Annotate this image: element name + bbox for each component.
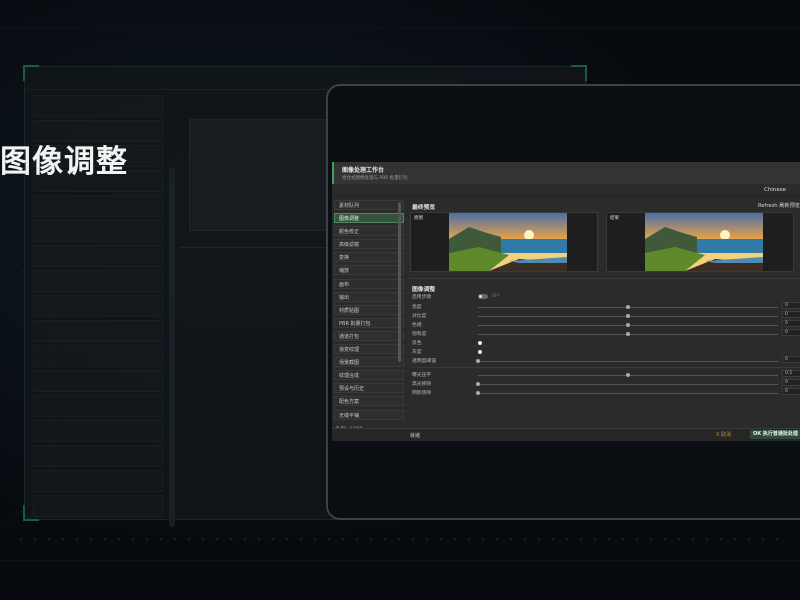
slider-label: 对比度 (412, 314, 427, 319)
background-window-scrollbar (169, 167, 175, 527)
grid-line (0, 28, 800, 29)
sidebar-scrollbar[interactable] (398, 202, 401, 362)
refresh-preview-button[interactable]: Refresh 刷新预览 (758, 202, 800, 209)
slider-row: 饱和度 0 (412, 329, 800, 338)
slider-value[interactable]: 0 (782, 388, 800, 395)
slider-value[interactable]: 0.5 (782, 370, 800, 377)
enable-step-row: 启用步骤 OFF (412, 293, 800, 301)
cancel-button[interactable]: X 取消 (716, 431, 731, 438)
sidebar-item[interactable]: 画布 (334, 278, 404, 289)
slider-value[interactable]: 0 (782, 320, 800, 327)
slider-label: 阴影移除 (412, 391, 432, 396)
slider-row: 阴影移除 0 (412, 388, 800, 397)
slider-label: 色相 (412, 323, 422, 328)
status-bar: 就绪 X 取消 OK 执行普通批处理 (332, 428, 800, 441)
slider-track[interactable] (478, 383, 778, 385)
slider-value[interactable]: 0 (782, 379, 800, 386)
status-text: 就绪 (410, 433, 421, 439)
preview-title: 最终预览 (412, 205, 436, 211)
slider-row: 曝光压平 0.5 (412, 370, 800, 379)
app-window: 图像处理工作台 组合式图像处理与 PBR 批量打包 Chinese ▾ 素材队列… (332, 162, 800, 441)
adjust-panel: 图像调整 启用步骤 OFF 亮度 0 对比度 0 色相 0 饱和度 0 反色 灰度 透明度阈值 (410, 278, 800, 429)
grayscale-row: 灰度 (412, 348, 800, 356)
decorative-dots (20, 538, 780, 540)
grid-line (0, 560, 800, 561)
slider-knob[interactable] (626, 331, 630, 336)
original-label: 原图 (414, 216, 423, 221)
threshold-slider[interactable] (478, 360, 778, 362)
slider-knob[interactable] (626, 322, 630, 327)
slider-knob[interactable] (476, 358, 480, 363)
sidebar-item[interactable]: 配色方案 (334, 396, 404, 407)
language-select[interactable]: Chinese (764, 187, 786, 193)
sidebar-item[interactable]: 变换 (334, 252, 404, 263)
invert-radio[interactable] (478, 340, 482, 345)
sidebar-item[interactable]: 无缝平铺 (334, 409, 404, 420)
grayscale-radio[interactable] (478, 349, 482, 354)
main-panel: 最终预览 Refresh 刷新预览 原图 结果 图像调整 启用步骤 OFF 亮度… (408, 200, 800, 440)
sidebar-item[interactable]: 预设与历史 (334, 383, 404, 394)
sidebar-item[interactable]: 图像调整 (334, 213, 404, 224)
landscape-image (449, 213, 567, 271)
sidebar-item[interactable]: 素材队列 (334, 200, 404, 210)
slider-knob[interactable] (476, 390, 480, 395)
slider-label: 饱和度 (412, 332, 427, 337)
result-preview: 结果 (606, 212, 794, 272)
slider-knob[interactable] (626, 304, 630, 309)
sidebar-item[interactable]: 场景截图 (334, 357, 404, 368)
original-preview: 原图 (410, 212, 598, 272)
toggle-state: OFF (492, 293, 500, 298)
landscape-image (645, 213, 763, 271)
sidebar-item[interactable]: 材质贴图 (334, 304, 404, 315)
slider-label: 高光移除 (412, 382, 432, 387)
slider-row: 高光移除 0 (412, 379, 800, 388)
language-row: Chinese ▾ (332, 186, 800, 196)
sidebar-item[interactable]: 缩放 (334, 265, 404, 276)
device-frame: 图像处理工作台 组合式图像处理与 PBR 批量打包 Chinese ▾ 素材队列… (326, 84, 800, 520)
slider-value[interactable]: 0 (782, 329, 800, 336)
slider-row: 色相 0 (412, 320, 800, 329)
slider-track[interactable] (478, 392, 778, 394)
slider-label: 亮度 (412, 305, 422, 310)
invert-label: 反色 (412, 341, 422, 346)
enable-step-label: 启用步骤 (412, 295, 432, 300)
result-label: 结果 (610, 216, 619, 221)
sidebar-item[interactable]: 纹理合成 (334, 370, 404, 381)
sidebar: 素材队列图像调整颜色校正高级滤镜变换缩放画布输出材质贴图 PBR 批量打包 通道打包… (334, 200, 404, 434)
sidebar-item[interactable]: 输出 (334, 291, 404, 302)
slider-knob[interactable] (476, 381, 480, 386)
run-batch-button[interactable]: OK 执行普通批处理 (750, 430, 800, 439)
slider-knob[interactable] (626, 313, 630, 318)
headline: 图像调整 (0, 144, 128, 180)
divider (412, 367, 800, 368)
title-bar: 图像处理工作台 组合式图像处理与 PBR 批量打包 (332, 162, 800, 184)
grayscale-label: 灰度 (412, 350, 422, 355)
sidebar-list: 素材队列图像调整颜色校正高级滤镜变换缩放画布输出材质贴图 PBR 批量打包 通道打包… (334, 200, 404, 420)
slider-row: 对比度 0 (412, 311, 800, 320)
adjust-title: 图像调整 (412, 287, 436, 293)
slider-value[interactable]: 0 (782, 311, 800, 318)
threshold-row: 透明度阈值 0 (412, 356, 800, 365)
app-subtitle: 组合式图像处理与 PBR 批量打包 (342, 176, 408, 181)
app-title: 图像处理工作台 (342, 167, 385, 174)
invert-row: 反色 (412, 339, 800, 347)
sidebar-item[interactable]: 渐变纹理 (334, 344, 404, 355)
slider-value[interactable]: 0 (782, 302, 800, 309)
sidebar-item[interactable]: 高级滤镜 (334, 239, 404, 250)
sidebar-item[interactable]: 通道打包 (334, 330, 404, 341)
enable-step-toggle[interactable] (478, 294, 488, 299)
threshold-label: 透明度阈值 (412, 359, 436, 364)
slider-knob[interactable] (626, 372, 630, 377)
threshold-value[interactable]: 0 (782, 356, 800, 363)
sidebar-item[interactable]: PBR 批量打包 (334, 317, 404, 328)
slider-label: 曝光压平 (412, 373, 432, 378)
sidebar-item[interactable]: 颜色校正 (334, 226, 404, 237)
slider-row: 亮度 0 (412, 302, 800, 311)
